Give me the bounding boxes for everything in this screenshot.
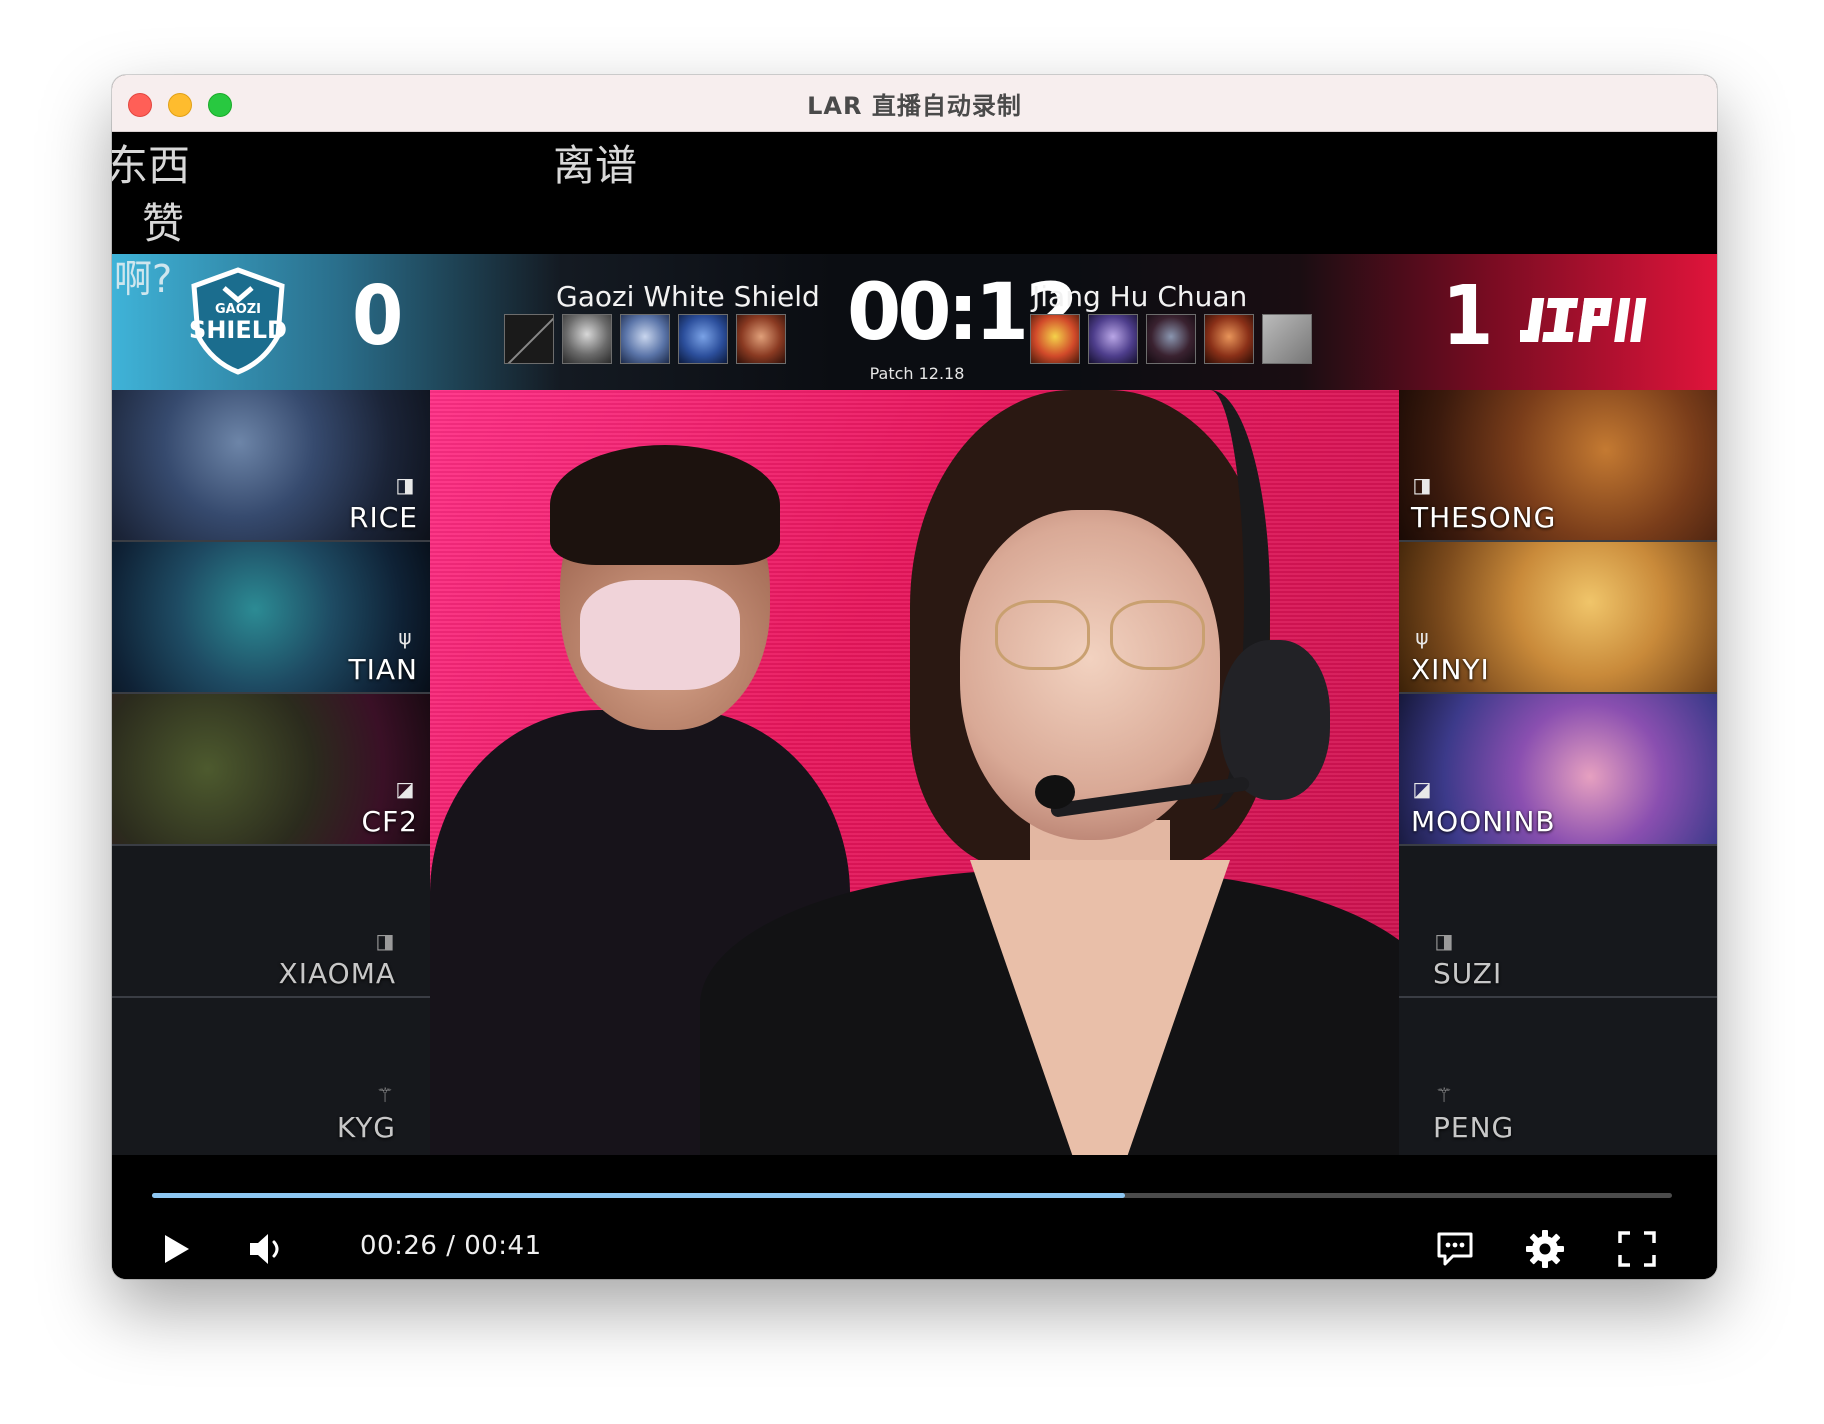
title-bar: LAR 直播自动录制: [112, 75, 1717, 132]
volume-button[interactable]: [242, 1229, 292, 1269]
face-mask: [580, 580, 740, 690]
player-card[interactable]: ◪ MOONINB: [1399, 694, 1717, 846]
headset-earcup: [1220, 640, 1330, 800]
ban-champion-icon: [562, 314, 612, 364]
danmaku-comment: 东西: [112, 141, 191, 190]
player-card[interactable]: ψ TIAN: [112, 542, 430, 694]
close-window-button[interactable]: [128, 93, 152, 117]
minimize-window-button[interactable]: [168, 93, 192, 117]
player-card[interactable]: ψ XINYI: [1399, 542, 1717, 694]
danmaku-comment: 啊?: [114, 257, 173, 301]
player-card[interactable]: ◨ THESONG: [1399, 390, 1717, 542]
video-player[interactable]: 东西 离谱 赞 啊? GAOZI SHIELD 0 Gaozi White Sh…: [112, 132, 1717, 1279]
comment-icon: [1437, 1232, 1473, 1266]
left-team-name: Gaozi White Shield: [556, 280, 820, 313]
ban-slot-empty: [1262, 314, 1312, 364]
svg-text:GAOZI: GAOZI: [215, 302, 261, 317]
support-icon: ⚚: [1435, 1083, 1453, 1107]
player-name: XINYI: [1411, 653, 1490, 686]
ban-champion-icon: [1146, 314, 1196, 364]
gear-icon: [1526, 1230, 1564, 1268]
player-card[interactable]: ◨ XIAOMA: [112, 846, 430, 998]
top-icon: ◨: [395, 473, 415, 497]
left-team-roster: ◨ RICE ψ TIAN ◪ CF2 ◨ XIAOMA ⚚ KYG: [112, 390, 430, 1158]
game-timer: 00:12: [847, 268, 1079, 358]
player-name: SUZI: [1433, 957, 1503, 990]
play-button[interactable]: [154, 1229, 198, 1269]
svg-text:SHIELD: SHIELD: [189, 316, 287, 344]
player-name: KYG: [336, 1111, 396, 1144]
player-name: THESONG: [1411, 501, 1557, 534]
ban-slot-empty: [504, 314, 554, 364]
player-card[interactable]: ⚚ KYG: [112, 998, 430, 1158]
danmaku-toggle-button[interactable]: [1430, 1229, 1480, 1269]
player-name: PENG: [1433, 1111, 1515, 1144]
progress-bar-fill: [152, 1193, 1125, 1198]
left-team-score: 0: [352, 269, 404, 364]
settings-button[interactable]: [1520, 1229, 1570, 1269]
scoreboard: 啊? GAOZI SHIELD 0 Gaozi White Shield 00:…: [112, 254, 1717, 390]
mid-icon: ◪: [395, 777, 415, 801]
ban-champion-icon: [1030, 314, 1080, 364]
person-left-hair: [550, 445, 780, 565]
player-card[interactable]: ⚚ PENG: [1399, 998, 1717, 1158]
app-window: LAR 直播自动录制 东西 离谱 赞 啊? GAOZI SHIELD 0 Gao…: [112, 75, 1717, 1279]
player-name: TIAN: [348, 653, 418, 686]
volume-icon: [250, 1234, 279, 1264]
mid-icon: ◪: [1412, 777, 1432, 801]
headset-mic: [1035, 775, 1075, 809]
player-name: MOONINB: [1411, 805, 1556, 838]
fullscreen-icon: [1618, 1231, 1656, 1267]
jdg-team-logo: [1520, 298, 1647, 342]
top-icon: ◨: [1434, 929, 1454, 953]
right-team-bans: [1030, 314, 1312, 364]
play-icon: [165, 1235, 189, 1263]
player-card[interactable]: ◨ RICE: [112, 390, 430, 542]
progress-bar[interactable]: [152, 1193, 1672, 1198]
ban-champion-icon: [736, 314, 786, 364]
player-card[interactable]: ◨ SUZI: [1399, 846, 1717, 998]
glasses: [995, 600, 1090, 670]
ban-champion-icon: [620, 314, 670, 364]
player-name: RICE: [349, 501, 418, 534]
player-name: XIAOMA: [278, 957, 396, 990]
top-icon: ◨: [375, 929, 395, 953]
fullscreen-button[interactable]: [1612, 1229, 1662, 1269]
top-icon: ◨: [1412, 473, 1432, 497]
shield-team-logo: GAOZI SHIELD: [189, 267, 287, 375]
player-card[interactable]: ◪ CF2: [112, 694, 430, 846]
player-name: CF2: [361, 805, 418, 838]
danmaku-comment: 离谱: [553, 141, 638, 190]
jungle-icon: ψ: [398, 625, 412, 649]
support-icon: ⚚: [376, 1083, 394, 1107]
right-team-score: 1: [1442, 269, 1494, 364]
jungle-icon: ψ: [1415, 625, 1429, 649]
player-controls: 00:26 / 00:41: [112, 1155, 1717, 1279]
window-title: LAR 直播自动录制: [807, 91, 1022, 120]
left-team-bans: [504, 314, 786, 364]
maximize-window-button[interactable]: [208, 93, 232, 117]
danmaku-comment: 赞: [142, 199, 185, 248]
ban-champion-icon: [1204, 314, 1254, 364]
caster-camera-feed: [430, 390, 1399, 1155]
ban-champion-icon: [678, 314, 728, 364]
right-team-roster: ◨ THESONG ψ XINYI ◪ MOONINB ◨ SUZI ⚚ PEN…: [1399, 390, 1717, 1158]
ban-champion-icon: [1088, 314, 1138, 364]
right-team-name: Jiang Hu Chuan: [1032, 280, 1248, 313]
time-display: 00:26 / 00:41: [360, 1231, 542, 1261]
patch-label: Patch 12.18: [869, 364, 965, 383]
